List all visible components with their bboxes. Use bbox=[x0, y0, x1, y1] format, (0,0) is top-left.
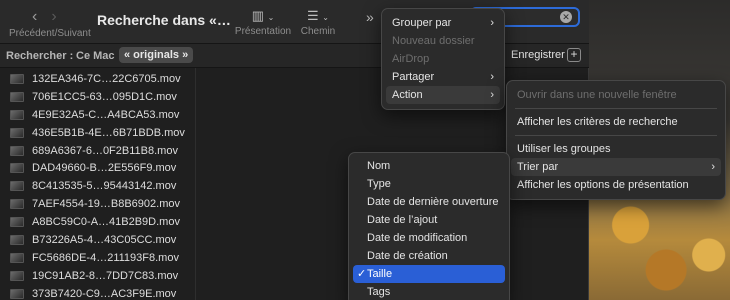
menu-item-group-by[interactable]: Grouper par › bbox=[382, 14, 504, 32]
video-thumbnail-icon bbox=[10, 199, 24, 210]
video-thumbnail-icon bbox=[10, 217, 24, 228]
file-list: 132EA346-7C…22C6705.mov 706E1CC5-63…095D… bbox=[0, 70, 195, 300]
path-list-icon: ☰ ⌄ bbox=[307, 8, 329, 23]
sort-item-date-added[interactable]: Date de l’ajout bbox=[349, 211, 509, 229]
sort-item-date-created[interactable]: Date de création bbox=[349, 247, 509, 265]
video-thumbnail-icon bbox=[10, 109, 24, 120]
file-name: 7AEF4554-19…B8B6902.mov bbox=[32, 198, 180, 211]
file-name: 689A6367-6…0F2B11B8.mov bbox=[32, 144, 178, 157]
file-row[interactable]: 373B7420-C9…AC3F9E.mov bbox=[0, 285, 195, 300]
menu-item-sort-by[interactable]: Trier par › bbox=[511, 158, 721, 176]
sort-item-name[interactable]: Nom bbox=[349, 157, 509, 175]
video-thumbnail-icon bbox=[10, 234, 24, 245]
view-label: Présentation bbox=[234, 26, 292, 37]
file-row[interactable]: FC5686DE-4…211193F8.mov bbox=[0, 249, 195, 267]
menu-item-airdrop: AirDrop bbox=[392, 53, 430, 65]
context-menu: Grouper par › Nouveau dossier AirDrop Par… bbox=[381, 8, 505, 110]
video-thumbnail-icon bbox=[10, 288, 24, 299]
save-search-button[interactable]: Enregistrer bbox=[508, 48, 568, 62]
video-thumbnail-icon bbox=[10, 73, 24, 84]
video-thumbnail-icon bbox=[10, 252, 24, 263]
chevron-right-icon: › bbox=[490, 89, 494, 101]
view-button[interactable]: ▥ ⌄ Présentation bbox=[234, 8, 292, 37]
file-name: 436E5B1B-4E…6B71BDB.mov bbox=[32, 126, 185, 139]
menu-item-new-folder: Nouveau dossier bbox=[392, 35, 475, 47]
file-row[interactable]: 689A6367-6…0F2B11B8.mov bbox=[0, 142, 195, 160]
video-thumbnail-icon bbox=[10, 270, 24, 281]
menu-item-action[interactable]: Action › bbox=[386, 86, 500, 104]
video-thumbnail-icon bbox=[10, 181, 24, 192]
checkmark-icon: ✓ bbox=[357, 268, 367, 280]
file-name: 373B7420-C9…AC3F9E.mov bbox=[32, 287, 177, 300]
sort-item-date-modified[interactable]: Date de modification bbox=[349, 229, 509, 247]
chevron-right-icon: › bbox=[490, 17, 494, 29]
video-thumbnail-icon bbox=[10, 163, 24, 174]
scope-originals[interactable]: « originals » bbox=[119, 47, 194, 63]
file-row[interactable]: 706E1CC5-63…095D1C.mov bbox=[0, 88, 195, 106]
scope-this-mac[interactable]: Ce Mac bbox=[76, 50, 115, 62]
nav-label: Précédent/Suivant bbox=[9, 28, 91, 39]
menu-separator bbox=[515, 108, 717, 109]
action-submenu: Ouvrir dans une nouvelle fenêtre Affiche… bbox=[506, 80, 726, 200]
forward-icon[interactable]: › bbox=[51, 8, 56, 26]
video-thumbnail-icon bbox=[10, 91, 24, 102]
chevron-right-icon: › bbox=[490, 71, 494, 83]
columns-view-icon: ▥ ⌄ bbox=[251, 8, 275, 23]
menu-item-show-view-options[interactable]: Afficher les options de présentation bbox=[507, 176, 725, 194]
file-name: A8BC59C0-A…41B2B9D.mov bbox=[32, 216, 180, 229]
window-title: Recherche dans «… bbox=[97, 12, 231, 28]
video-thumbnail-icon bbox=[10, 127, 24, 138]
file-name: DAD49660-B…2E556F9.mov bbox=[32, 162, 177, 175]
sort-item-type[interactable]: Type bbox=[349, 175, 509, 193]
file-row[interactable]: 436E5B1B-4E…6B71BDB.mov bbox=[0, 124, 195, 142]
menu-item-show-search-criteria[interactable]: Afficher les critères de recherche bbox=[507, 113, 725, 131]
sort-item-last-opened[interactable]: Date de dernière ouverture bbox=[349, 193, 509, 211]
path-label: Chemin bbox=[300, 26, 336, 37]
file-name: 8C413535-5…95443142.mov bbox=[32, 180, 177, 193]
video-thumbnail-icon bbox=[10, 145, 24, 156]
file-row[interactable]: 132EA346-7C…22C6705.mov bbox=[0, 70, 195, 88]
more-tools-icon[interactable]: » bbox=[366, 9, 374, 25]
nav-arrows: ‹ › bbox=[32, 8, 57, 26]
back-icon[interactable]: ‹ bbox=[32, 8, 37, 26]
file-name: 19C91AB2-8…7DD7C83.mov bbox=[32, 269, 179, 282]
menu-separator bbox=[515, 135, 717, 136]
pane-divider bbox=[195, 68, 196, 300]
file-row[interactable]: 7AEF4554-19…B8B6902.mov bbox=[0, 195, 195, 213]
file-name: 132EA346-7C…22C6705.mov bbox=[32, 72, 181, 85]
path-button[interactable]: ☰ ⌄ Chemin bbox=[300, 8, 336, 37]
file-row[interactable]: 4E9E32A5-C…A4BCA53.mov bbox=[0, 106, 195, 124]
sort-item-size[interactable]: ✓ Taille bbox=[353, 265, 505, 283]
file-name: B73226A5-4…43C05CC.mov bbox=[32, 233, 177, 246]
add-criteria-button[interactable]: + bbox=[567, 48, 581, 62]
file-row[interactable]: A8BC59C0-A…41B2B9D.mov bbox=[0, 213, 195, 231]
file-name: 706E1CC5-63…095D1C.mov bbox=[32, 90, 177, 103]
sort-item-tags[interactable]: Tags bbox=[349, 283, 509, 300]
scope-label: Rechercher : bbox=[6, 50, 74, 62]
file-row[interactable]: 8C413535-5…95443142.mov bbox=[0, 177, 195, 195]
menu-item-use-groups[interactable]: Utiliser les groupes bbox=[507, 140, 725, 158]
file-row[interactable]: DAD49660-B…2E556F9.mov bbox=[0, 159, 195, 177]
file-row[interactable]: 19C91AB2-8…7DD7C83.mov bbox=[0, 267, 195, 285]
chevron-right-icon: › bbox=[711, 161, 715, 173]
file-name: FC5686DE-4…211193F8.mov bbox=[32, 251, 179, 264]
menu-item-share[interactable]: Partager › bbox=[382, 68, 504, 86]
file-row[interactable]: B73226A5-4…43C05CC.mov bbox=[0, 231, 195, 249]
menu-item-open-new-window: Ouvrir dans une nouvelle fenêtre bbox=[517, 89, 677, 101]
file-name: 4E9E32A5-C…A4BCA53.mov bbox=[32, 108, 180, 121]
clear-icon[interactable]: ✕ bbox=[560, 11, 572, 23]
sort-by-submenu: Nom Type Date de dernière ouverture Date… bbox=[348, 152, 510, 300]
